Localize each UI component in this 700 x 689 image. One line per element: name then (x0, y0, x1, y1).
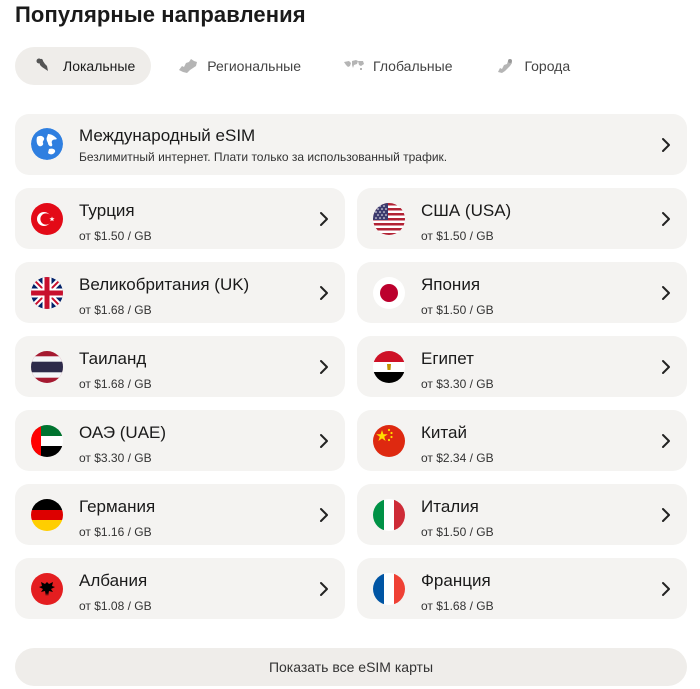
destination-card-germany[interactable]: Германия от $1.16 / GB (15, 484, 345, 545)
tab-global-label: Глобальные (373, 58, 453, 74)
tab-local[interactable]: Локальные (15, 47, 152, 85)
chevron-right-icon (662, 507, 670, 522)
destination-price: от $1.16 / GB (79, 525, 152, 539)
destination-price: от $1.50 / GB (421, 303, 494, 317)
germany-flag-icon (31, 499, 63, 531)
destination-card-uk[interactable]: Великобритания (UK) от $1.68 / GB (15, 262, 345, 323)
destination-price: от $1.50 / GB (421, 229, 494, 243)
destination-card-thailand[interactable]: Таиланд от $1.68 / GB (15, 336, 345, 397)
destination-card-turkey[interactable]: Турция от $1.50 / GB (15, 188, 345, 249)
city-map-icon (498, 59, 513, 73)
uae-flag-icon (31, 425, 63, 457)
destination-name: Китай (421, 423, 467, 442)
destination-name: Таиланд (79, 349, 147, 368)
destination-name: Турция (79, 201, 135, 220)
tab-regional[interactable]: Региональные (159, 47, 317, 85)
destination-tabs: Локальные Региональные Глобальные Города (15, 47, 586, 85)
destination-card-usa[interactable]: США (USA) от $1.50 / GB (357, 188, 687, 249)
destination-card-france[interactable]: Франция от $1.68 / GB (357, 558, 687, 619)
page-title: Популярные направления (15, 2, 306, 27)
chevron-right-icon (662, 285, 670, 300)
tab-local-label: Локальные (63, 58, 136, 74)
international-esim-description: Безлимитный интернет. Плати только за ис… (79, 150, 448, 164)
chevron-right-icon (320, 581, 328, 596)
thailand-flag-icon (31, 351, 63, 383)
destination-name: Франция (421, 571, 491, 590)
china-flag-icon (373, 425, 405, 457)
chevron-right-icon (662, 581, 670, 596)
tab-regional-label: Региональные (207, 58, 302, 74)
chevron-right-icon (662, 211, 670, 226)
egypt-flag-icon (373, 351, 405, 383)
destination-price: от $1.08 / GB (79, 599, 152, 613)
globe-icon (31, 128, 63, 160)
destination-price: от $1.50 / GB (421, 525, 494, 539)
uk-flag-icon (31, 277, 63, 309)
destination-price: от $3.30 / GB (421, 377, 494, 391)
destination-card-china[interactable]: Китай от $2.34 / GB (357, 410, 687, 471)
destination-name: Великобритания (UK) (79, 275, 250, 294)
destination-price: от $3.30 / GB (79, 451, 152, 465)
usa-flag-icon (373, 203, 405, 235)
destination-name: Италия (421, 497, 479, 516)
show-all-esim-button[interactable]: Показать все eSIM карты (15, 648, 687, 686)
chevron-right-icon (662, 433, 670, 448)
destination-price: от $1.68 / GB (421, 599, 494, 613)
destination-name: ОАЭ (UAE) (79, 423, 167, 442)
destination-card-uae[interactable]: ОАЭ (UAE) от $3.30 / GB (15, 410, 345, 471)
region-map-icon (179, 59, 198, 73)
japan-flag-icon (373, 277, 405, 309)
chevron-right-icon (320, 507, 328, 522)
france-flag-icon (373, 573, 405, 605)
international-esim-title: Международный eSIM (79, 126, 256, 145)
destination-price: от $2.34 / GB (421, 451, 494, 465)
destination-card-egypt[interactable]: Египет от $3.30 / GB (357, 336, 687, 397)
chevron-right-icon (320, 285, 328, 300)
destination-price: от $1.68 / GB (79, 303, 152, 317)
tab-cities-label: Города (524, 58, 571, 74)
chevron-right-icon (662, 359, 670, 374)
destination-name: Албания (79, 571, 148, 590)
local-pin-icon (36, 58, 48, 71)
destination-name: Япония (421, 275, 481, 294)
chevron-right-icon (320, 211, 328, 226)
tab-cities[interactable]: Города (476, 47, 586, 85)
turkey-flag-icon (31, 203, 63, 235)
italy-flag-icon (373, 499, 405, 531)
destination-name: Германия (79, 497, 156, 516)
destination-card-italy[interactable]: Италия от $1.50 / GB (357, 484, 687, 545)
destination-price: от $1.50 / GB (79, 229, 152, 243)
destination-price: от $1.68 / GB (79, 377, 152, 391)
destination-card-japan[interactable]: Япония от $1.50 / GB (357, 262, 687, 323)
destination-name: США (USA) (421, 201, 512, 220)
chevron-right-icon (662, 137, 670, 152)
chevron-right-icon (320, 359, 328, 374)
world-map-icon (344, 60, 365, 70)
destination-name: Египет (421, 349, 474, 368)
international-esim-card[interactable]: Международный eSIM Безлимитный интернет.… (15, 114, 687, 175)
tab-global[interactable]: Глобальные (325, 47, 468, 85)
chevron-right-icon (320, 433, 328, 448)
destination-card-albania[interactable]: Албания от $1.08 / GB (15, 558, 345, 619)
albania-flag-icon (31, 573, 63, 605)
